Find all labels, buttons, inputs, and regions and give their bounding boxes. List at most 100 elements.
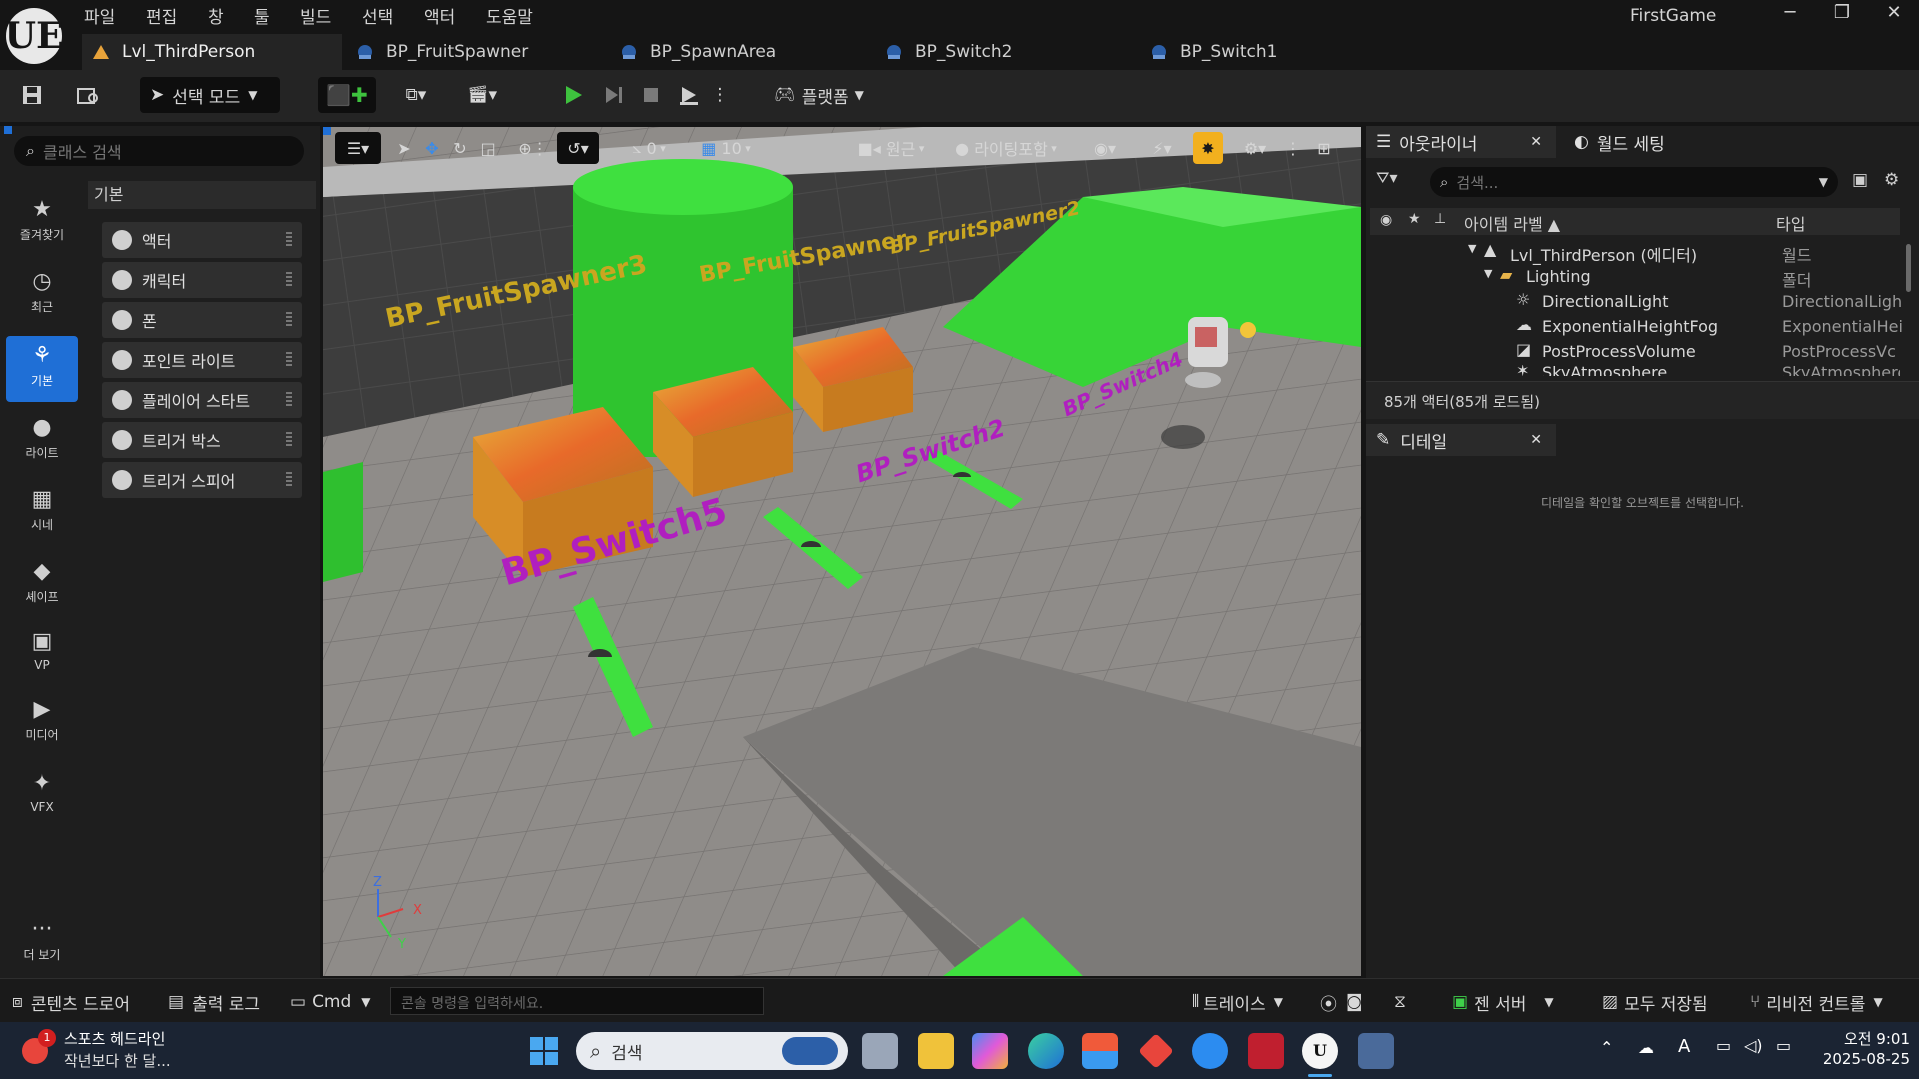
grid-snap-button[interactable]: ▦ 10 ▾ [693, 132, 759, 164]
drag-grip-icon[interactable] [286, 432, 292, 448]
save-icon[interactable] [14, 77, 50, 113]
eye-icon[interactable]: ◉ [1380, 212, 1392, 228]
outliner-search-input[interactable]: ⌕ 검색... ▼ [1430, 167, 1838, 197]
save-all-status[interactable]: ▨ 모두 저장됨 [1602, 989, 1708, 1015]
drag-grip-icon[interactable] [286, 312, 292, 328]
category-cinematic[interactable]: ▦ 시네 [6, 480, 78, 546]
console-input[interactable]: 콘솔 명령을 입력하세요. [390, 987, 764, 1015]
minimize-button[interactable]: ─ [1770, 2, 1810, 28]
filter-icon[interactable]: ⛛▾ [1376, 168, 1412, 198]
realtime-button[interactable]: ⚡▾ [1139, 132, 1185, 164]
viewport-settings-button[interactable]: ⚙▾ [1233, 132, 1277, 164]
record-icon[interactable]: ⦿ [1320, 989, 1337, 1015]
cloud-icon[interactable]: ☁ [1638, 1038, 1654, 1057]
copilot-icon[interactable] [972, 1033, 1008, 1069]
more-options-icon[interactable]: ⋮ [710, 77, 730, 113]
category-media[interactable]: ▶ 미디어 [6, 690, 78, 756]
class-search-input[interactable]: ⌕ 클래스 검색 [14, 136, 304, 166]
menu-file[interactable]: 파일 [84, 3, 115, 29]
place-item-actor[interactable]: 액터 [102, 222, 302, 258]
star-icon[interactable]: ★ [1408, 211, 1421, 227]
maximize-button[interactable]: ❐ [1822, 2, 1862, 28]
menu-select[interactable]: 선택 [362, 3, 393, 29]
help-icon[interactable] [1192, 1033, 1228, 1069]
outliner-row-fog[interactable]: ☁ ExponentialHeightFog ExponentialHei [1370, 315, 1915, 340]
category-lights[interactable]: ● 라이트 [6, 408, 78, 474]
drag-grip-icon[interactable] [286, 472, 292, 488]
menu-window[interactable]: 창 [208, 3, 224, 29]
tab-level[interactable]: Lvl_ThirdPerson [82, 34, 342, 70]
tab-outliner[interactable]: ☰ 아웃라이너 ✕ [1366, 126, 1556, 158]
category-recent[interactable]: ◷ 최근 [6, 262, 78, 328]
place-item-trigger-box[interactable]: 트리거 박스 [102, 422, 302, 458]
mcafee-icon[interactable] [1248, 1033, 1284, 1069]
camera-icon[interactable]: ◙ [1346, 989, 1363, 1015]
tab-world-settings[interactable]: ◐ 월드 세팅 [1574, 126, 1714, 158]
cmd-dropdown[interactable]: ▭ Cmd ▼ [290, 989, 371, 1015]
drag-grip-icon[interactable] [286, 232, 292, 248]
close-icon[interactable]: ✕ [1530, 432, 1542, 448]
play-button[interactable] [556, 77, 590, 113]
close-icon[interactable]: ✕ [1530, 134, 1542, 150]
trace-dropdown[interactable]: ⫴ 트레이스 ▼ [1192, 989, 1283, 1015]
tab-bp-spawnarea[interactable]: BP_SpawnArea [620, 34, 870, 70]
news-title[interactable]: 스포츠 헤드라인 [64, 1028, 165, 1049]
drag-grip-icon[interactable] [286, 272, 292, 288]
viewport-options-button[interactable]: ☰▾ [335, 132, 381, 164]
category-vp[interactable]: ▣ VP [6, 622, 78, 688]
launch-button[interactable] [672, 77, 706, 113]
battery-icon[interactable]: ▭ [1776, 1036, 1791, 1055]
category-favorites[interactable]: ★ 즐겨찾기 [6, 190, 78, 256]
menu-edit[interactable]: 편집 [146, 3, 177, 29]
world-space-icon[interactable]: ⊕⋮ [515, 132, 551, 164]
unreal-logo[interactable]: UE [5, 8, 63, 64]
tray-chevron-icon[interactable]: ⌃ [1600, 1038, 1613, 1057]
app-tool-icon[interactable] [1358, 1033, 1394, 1069]
edge-icon[interactable] [1028, 1033, 1064, 1069]
hourglass-icon[interactable]: ⧖ [1394, 989, 1406, 1015]
tab-bp-switch1[interactable]: BP_Switch1 [1150, 34, 1400, 70]
outliner-row-level[interactable]: ▼ ▲ Lvl_ThirdPerson (에디터) 월드 [1370, 240, 1915, 265]
gear-icon[interactable]: ⚙ [1884, 170, 1899, 190]
menu-tools[interactable]: 툴 [254, 3, 270, 29]
tab-bp-fruitspawner[interactable]: BP_FruitSpawner [356, 34, 606, 70]
show-flags-button[interactable]: ◉▾ [1083, 132, 1127, 164]
chevron-down-icon[interactable]: ▼ [1819, 175, 1828, 189]
outliner-scrollbar[interactable] [1906, 244, 1911, 292]
select-tool-icon[interactable]: ➤ [391, 132, 417, 164]
news-subtitle[interactable]: 작년보다 한 달... [64, 1050, 171, 1071]
scale-tool-icon[interactable]: ◲ [475, 132, 501, 164]
place-item-pawn[interactable]: 폰 [102, 302, 302, 338]
outliner-row-sky-clipped[interactable]: ✶ SkyAtmosphere SkyAtmosphere [1370, 365, 1900, 376]
zen-server-dropdown[interactable]: ▣ 젠 서버 ▼ [1452, 989, 1554, 1015]
start-icon[interactable] [526, 1033, 562, 1069]
revision-control-dropdown[interactable]: ⑂ 리비전 컨트롤 ▼ [1750, 989, 1883, 1015]
unreal-taskbar-icon[interactable]: U [1302, 1033, 1338, 1069]
stop-button[interactable] [634, 77, 668, 113]
more-options-icon[interactable]: ⋮ [1285, 132, 1301, 164]
tab-details[interactable]: ✎ 디테일 ✕ [1366, 424, 1556, 456]
clock-time[interactable]: 오전 9:01 [1820, 1028, 1910, 1049]
category-shapes[interactable]: ◆ 셰이프 [6, 552, 78, 618]
close-button[interactable]: ✕ [1874, 2, 1914, 28]
menu-help[interactable]: 도움말 [486, 3, 533, 29]
blueprint-menu-button[interactable]: ⧉▾ [390, 77, 442, 113]
content-drawer-button[interactable]: ⧈ 콘텐츠 드로어 [12, 989, 130, 1015]
surface-snap-button[interactable]: ↺▾ [557, 132, 599, 164]
game-view-button[interactable]: ✸ [1193, 132, 1223, 164]
drag-grip-icon[interactable] [286, 392, 292, 408]
more-categories-button[interactable]: ··· 더 보기 [6, 910, 78, 976]
lighting-mode-dropdown[interactable]: ● 라이팅포함 ▾ [941, 132, 1071, 164]
outliner-row-directional-light[interactable]: ☼ DirectionalLight DirectionalLigh [1370, 290, 1915, 315]
clock-date[interactable]: 2025-08-25 [1820, 1050, 1910, 1068]
browse-icon[interactable] [70, 77, 106, 113]
layout-icon[interactable]: ⊞ [1309, 132, 1339, 164]
tab-bp-switch2[interactable]: BP_Switch2 [885, 34, 1135, 70]
output-log-button[interactable]: ▤ 출력 로그 [168, 989, 260, 1015]
menu-build[interactable]: 빌드 [300, 3, 331, 29]
task-view-icon[interactable] [862, 1033, 898, 1069]
skip-frame-button[interactable] [596, 77, 630, 113]
rotate-tool-icon[interactable]: ↻ [447, 132, 473, 164]
store-icon[interactable] [1082, 1033, 1118, 1069]
platform-dropdown[interactable]: 🎮︎ 플랫폼 ▼ [764, 77, 874, 113]
